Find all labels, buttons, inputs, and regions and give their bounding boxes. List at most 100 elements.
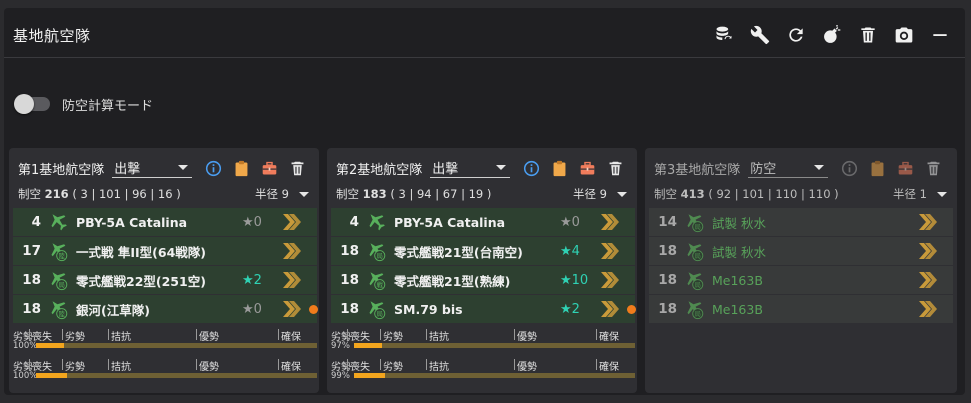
seaplane-icon	[365, 211, 389, 233]
gauge-divider	[62, 359, 63, 370]
wrench-icon[interactable]	[747, 22, 773, 48]
corps-mode-value: 出撃	[114, 162, 141, 177]
proficiency-star: ★2	[560, 301, 580, 317]
equipment-slot[interactable]: 18 陸 銀河(江草隊) ★0	[13, 295, 318, 323]
slot-count: 14	[658, 214, 677, 230]
clipboard-icon[interactable]	[868, 159, 887, 178]
equipment-slot[interactable]: 4 PBY-5A Catalina ★0	[331, 208, 635, 236]
equipment-slot[interactable]: 18 戦 零式艦戦21型(熟練) ★10	[331, 266, 635, 294]
air-corps-card: 第3基地航空隊 防空 制空 413 ( 92 | 101 | 110 | 110 )…	[645, 148, 957, 393]
gauge-fill	[36, 343, 65, 348]
slot-count: 18	[658, 272, 677, 288]
carrier-fighter-icon: 局	[683, 269, 707, 291]
equipment-slot[interactable]: 18 局 Me163B	[649, 295, 953, 323]
gauge-label: 拮抗	[111, 362, 131, 373]
corps-header: 第2基地航空隊 出撃	[336, 158, 625, 178]
radius-value: 半径 1	[893, 187, 927, 201]
slot-count: 18	[22, 301, 41, 317]
air-power-label: 制空	[654, 187, 677, 201]
equipment-slot[interactable]: 4 PBY-5A Catalina ★0	[13, 208, 317, 236]
gauge-label: 確保	[599, 362, 619, 373]
corps-trash-icon[interactable]	[288, 159, 307, 178]
aa-calc-mode-toggle[interactable]	[14, 94, 50, 114]
info-icon[interactable]	[522, 159, 541, 178]
corps-mode-select[interactable]: 出撃	[430, 158, 511, 178]
clipboard-icon[interactable]	[550, 159, 569, 178]
proficiency-star: ★2	[242, 272, 262, 288]
gauge-divider	[596, 329, 597, 340]
carrier-fighter-icon: 局	[683, 240, 707, 262]
air-corps-card: 第1基地航空隊 出撃 制空 216 ( 3 | 101 | 96 | 16 ) 半径 …	[9, 148, 319, 393]
radius-select[interactable]: 半径 1	[893, 186, 947, 202]
slot-equipment-name: Me163B	[712, 272, 763, 288]
corps-mode-select[interactable]: 出撃	[112, 158, 193, 178]
gauge-fill	[354, 373, 385, 378]
gauge-fill	[36, 373, 67, 378]
gauge-divider	[514, 359, 515, 370]
equipment-slot[interactable]: 18 局 零式艦戦21型(台南空) ★4	[331, 237, 635, 265]
slot-equipment-name: 銀河(江草隊)	[76, 302, 150, 318]
equipment-slot[interactable]: 17 陸 一式戦 隼II型(64戦隊)	[13, 237, 317, 265]
equipment-slot[interactable]: 18 局 零式艦戦22型(251空) ★2	[13, 266, 317, 294]
corps-mode-select[interactable]: 防空	[748, 158, 829, 178]
svg-text:局: 局	[695, 223, 701, 231]
base-air-corps-panel: 基地航空隊 防空計算モード 第1基地航空隊 出撃 制空 216 (3 | 10…	[4, 8, 965, 395]
equipment-slot[interactable]: 18 局 SM.79 bis ★2	[331, 295, 636, 323]
gauge-label: 拮抗	[429, 362, 449, 373]
corps-header: 第1基地航空隊 出撃	[18, 158, 307, 178]
chevron-down-icon	[496, 165, 507, 170]
equipment-slot[interactable]: 18 局 試製 秋水	[649, 237, 953, 265]
air-state-gauge: 劣勢 喪失 劣勢 拮抗 優勢 確保 99%	[331, 358, 635, 381]
equipment-slot[interactable]: 14 局 試製 秋水	[649, 208, 953, 236]
database-sync-icon[interactable]	[711, 22, 737, 48]
gauge-label: 確保	[599, 332, 619, 343]
gauge-track	[354, 343, 635, 348]
gauge-divider	[347, 359, 348, 370]
slot-equipment-name: 零式艦戦21型(台南空)	[394, 244, 523, 260]
briefcase-icon[interactable]	[896, 159, 915, 178]
equipment-slot[interactable]: 18 局 Me163B	[649, 266, 953, 294]
corps-mode-value: 出撃	[432, 162, 459, 177]
clipboard-icon[interactable]	[232, 159, 251, 178]
slot-count: 4	[31, 214, 41, 230]
corps-actions	[522, 159, 625, 178]
corps-actions	[840, 159, 943, 178]
slot-count: 18	[22, 272, 41, 288]
chevron-down-icon	[617, 191, 627, 197]
info-icon[interactable]	[204, 159, 223, 178]
corps-trash-icon[interactable]	[606, 159, 625, 178]
skill-level-chevron-icon	[599, 212, 619, 232]
gauge-label: 確保	[281, 332, 301, 343]
info-icon[interactable]	[840, 159, 859, 178]
corps-name: 第2基地航空隊	[336, 162, 423, 178]
gauge-percent: 100%	[13, 371, 38, 381]
gauge-label: 拮抗	[429, 332, 449, 343]
gauge-label: 確保	[281, 362, 301, 373]
corps-trash-icon[interactable]	[924, 159, 943, 178]
refresh-icon[interactable]	[783, 22, 809, 48]
radius-select[interactable]: 半径 9	[255, 186, 309, 202]
radius-select[interactable]: 半径 9	[573, 186, 627, 202]
camera-icon[interactable]	[891, 22, 917, 48]
briefcase-icon[interactable]	[578, 159, 597, 178]
air-corps-card: 第2基地航空隊 出撃制空 183 ( 3 | 94 | 67 | 19 ) 半径 9…	[327, 148, 637, 393]
slot-count: 18	[658, 301, 677, 317]
air-power-line: 制空 183 ( 3 | 94 | 67 | 19 )	[336, 186, 491, 202]
seaplane-icon	[47, 211, 71, 233]
corps-name: 第1基地航空隊	[18, 162, 105, 178]
gauge-label: 優勢	[199, 332, 219, 343]
gauge-divider	[29, 359, 30, 370]
svg-text:局: 局	[695, 252, 701, 260]
slot-list: 4 PBY-5A Catalina ★0 18 局 零式艦戦21型(台南空) ★4 18 戦 零式…	[331, 208, 636, 324]
minimize-icon[interactable]	[927, 22, 953, 48]
briefcase-icon[interactable]	[260, 159, 279, 178]
slot-count: 18	[658, 243, 677, 259]
panel-title: 基地航空隊	[13, 27, 91, 45]
gauge-divider	[29, 329, 30, 340]
trash-icon[interactable]	[855, 22, 881, 48]
skill-level-chevron-icon	[917, 241, 937, 261]
bomb-icon[interactable]	[819, 22, 845, 48]
gauge-percent: 97%	[331, 341, 350, 351]
gauge-divider	[62, 329, 63, 340]
slot-count: 17	[22, 243, 41, 259]
